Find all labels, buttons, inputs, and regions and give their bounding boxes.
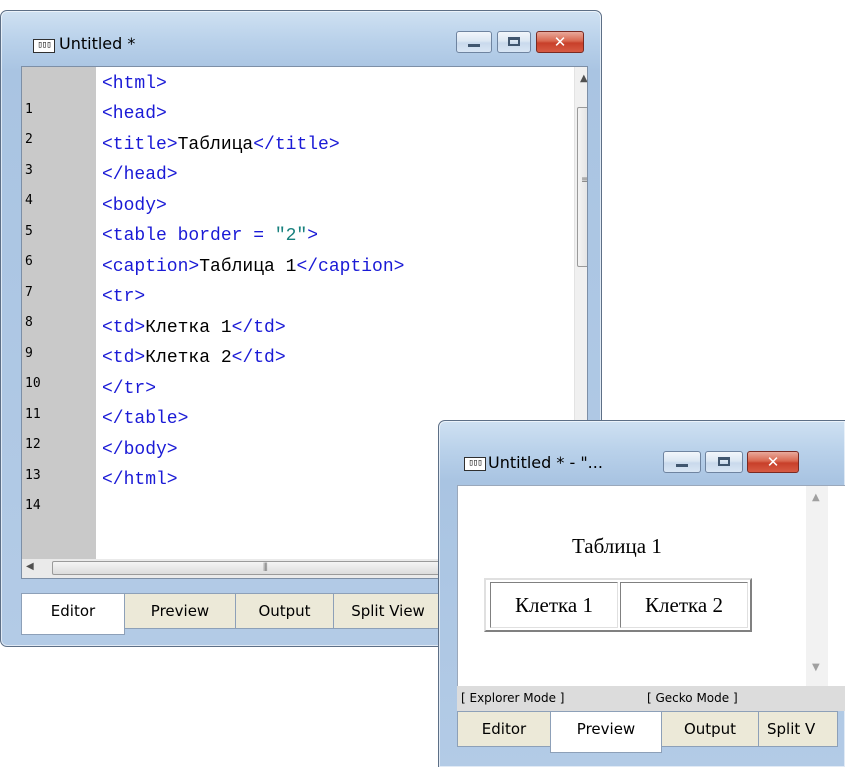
explorer-mode-button[interactable]: [ Explorer Mode ]	[461, 691, 564, 705]
maximize-icon	[508, 37, 520, 46]
table-caption: Таблица 1	[572, 534, 662, 558]
grip-icon: ≡	[581, 176, 587, 186]
html-tag-token: <td>	[102, 318, 146, 338]
tab-split-view[interactable]: Split View	[333, 593, 443, 629]
maximize-icon	[718, 457, 730, 466]
tab-editor[interactable]: Editor	[457, 711, 551, 747]
preview-titlebar[interactable]: ▯▯▯ Untitled * - "... ✕	[439, 421, 845, 473]
rendered-table: Клетка 1 Клетка 2	[484, 578, 752, 632]
html-tag-token: <head>	[102, 104, 167, 124]
line-number: 9	[25, 346, 33, 361]
scroll-up-arrow-icon[interactable]: ▲	[812, 492, 820, 503]
close-icon: ✕	[553, 33, 567, 51]
preview-close-button[interactable]: ✕	[747, 451, 799, 473]
editor-maximize-button[interactable]	[497, 31, 531, 53]
html-tag-token: <body>	[102, 196, 167, 216]
tab-preview[interactable]: Preview	[124, 593, 236, 629]
text-token: Клетка 1	[145, 318, 232, 338]
render-mode-bar: [ Explorer Mode ] [ Gecko Mode ]	[457, 686, 845, 711]
preview-maximize-button[interactable]	[705, 451, 743, 473]
code-line[interactable]: </tr>	[102, 379, 156, 399]
code-line[interactable]: <html>	[102, 74, 167, 94]
vertical-scroll-thumb[interactable]: ≡	[577, 107, 587, 267]
code-line[interactable]: <tr>	[102, 287, 145, 307]
notepad-app-icon: ▯▯▯	[33, 39, 55, 53]
preview-tab-bar: Editor Preview Output Split V	[457, 711, 838, 753]
preview-pane[interactable]: Таблица 1 Клетка 1 Клетка 2 ▲ ▼	[457, 485, 845, 687]
line-number: 12	[25, 437, 41, 452]
horizontal-scroll-thumb[interactable]: ⦀	[52, 561, 492, 575]
html-tag-token: </td>	[231, 318, 286, 338]
text-token: Клетка 2	[145, 348, 232, 368]
table-cell: Клетка 2	[620, 582, 748, 628]
line-number: 14	[25, 498, 41, 513]
tab-editor[interactable]: Editor	[21, 593, 125, 635]
table-cell: Клетка 1	[490, 582, 618, 628]
text-token: Таблица 1	[199, 257, 297, 277]
tab-split-view[interactable]: Split V	[758, 711, 838, 747]
html-tag-token: >	[307, 226, 319, 246]
editor-titlebar[interactable]: ▯▯▯ Untitled * ✕	[1, 11, 601, 55]
line-number: 3	[25, 163, 33, 178]
code-line[interactable]: <td>Клетка 2</td>	[102, 348, 286, 368]
html-tag-token: </tr>	[102, 379, 157, 399]
scroll-left-arrow-icon[interactable]: ◀	[26, 561, 34, 572]
html-tag-token: </body>	[102, 440, 178, 460]
html-tag-token: </caption>	[296, 257, 405, 277]
minimize-icon	[468, 44, 480, 47]
tab-preview[interactable]: Preview	[550, 711, 662, 753]
code-line[interactable]: <head>	[102, 104, 167, 124]
code-line[interactable]: </html>	[102, 470, 178, 490]
preview-window-title: Untitled * - "...	[488, 453, 603, 472]
code-line[interactable]: <td>Клетка 1</td>	[102, 318, 286, 338]
minimize-icon	[676, 464, 688, 467]
html-tag-token: <tr>	[102, 287, 146, 307]
preview-minimize-button[interactable]	[663, 451, 701, 473]
preview-window: ▯▯▯ Untitled * - "... ✕ Таблица 1 Клетка…	[438, 420, 845, 767]
code-line[interactable]: <body>	[102, 196, 167, 216]
line-number: 2	[25, 132, 33, 147]
html-tag-token: <table border =	[102, 226, 275, 246]
line-number: 4	[25, 193, 33, 208]
code-line[interactable]: <title>Таблица</title>	[102, 135, 340, 155]
code-line[interactable]: <table border = "2">	[102, 226, 318, 246]
html-tag-token: </table>	[102, 409, 189, 429]
line-number-gutter: 1 2 3 4 5 6 7 8 9 10 11 12 13 14	[22, 67, 96, 560]
html-tag-token: </title>	[253, 135, 340, 155]
notepad-app-icon: ▯▯▯	[464, 457, 486, 471]
editor-tab-bar: Editor Preview Output Split View	[21, 593, 443, 635]
line-number: 13	[25, 468, 41, 483]
line-number: 8	[25, 315, 33, 330]
html-tag-token: <td>	[102, 348, 146, 368]
editor-close-button[interactable]: ✕	[536, 31, 584, 53]
gecko-mode-button[interactable]: [ Gecko Mode ]	[647, 691, 738, 705]
scroll-down-arrow-icon[interactable]: ▼	[812, 662, 820, 673]
text-token: Таблица	[177, 135, 254, 155]
line-number: 10	[25, 376, 41, 391]
editor-window-title: Untitled *	[59, 34, 136, 53]
line-number: 6	[25, 254, 33, 269]
line-number: 7	[25, 285, 33, 300]
code-line[interactable]: </head>	[102, 165, 178, 185]
html-tag-token: <title>	[102, 135, 178, 155]
html-tag-token: </html>	[102, 470, 178, 490]
tab-output[interactable]: Output	[235, 593, 334, 629]
close-icon: ✕	[766, 453, 780, 471]
scroll-up-arrow-icon[interactable]: ▲	[580, 73, 587, 84]
html-tag-token: <html>	[102, 74, 167, 94]
code-line[interactable]: </table>	[102, 409, 188, 429]
grip-icon: ⦀	[263, 561, 268, 574]
line-number: 5	[25, 224, 33, 239]
html-tag-token: </td>	[231, 348, 286, 368]
line-number: 1	[25, 102, 33, 117]
string-token: "2"	[274, 226, 308, 246]
editor-minimize-button[interactable]	[456, 31, 492, 53]
code-line[interactable]: <caption>Таблица 1</caption>	[102, 257, 404, 277]
tab-output[interactable]: Output	[661, 711, 759, 747]
html-tag-token: <caption>	[102, 257, 200, 277]
code-line[interactable]: </body>	[102, 440, 178, 460]
line-number: 11	[25, 407, 41, 422]
html-tag-token: </head>	[102, 165, 178, 185]
preview-vertical-scrollbar[interactable]: ▲ ▼	[806, 486, 828, 686]
